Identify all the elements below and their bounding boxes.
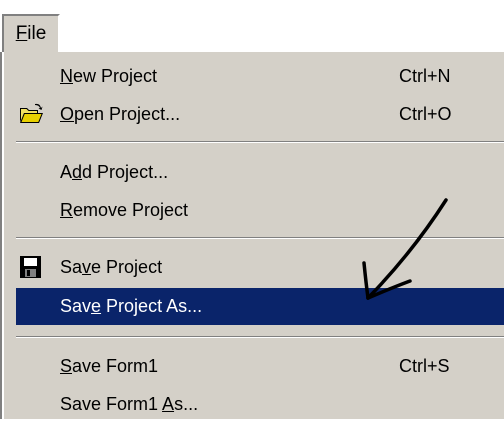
- menu-item-label: Open Project...: [60, 104, 181, 124]
- menu-item-shortcut: Ctrl+S: [399, 356, 450, 376]
- menu-item-save-form1-as[interactable]: Save Form1 As...: [16, 386, 504, 423]
- menu-item-remove-project[interactable]: Remove Project: [16, 192, 504, 229]
- menu-item-label: Save Project: [60, 257, 163, 277]
- file-dropdown: New Project Ctrl+N Open Project... Ctrl+…: [0, 52, 504, 419]
- menu-item-shortcut: Ctrl+O: [399, 104, 452, 124]
- menu-item-label: Add Project...: [60, 162, 169, 182]
- menu-item-label: New Project: [60, 66, 158, 86]
- menu-separator: [16, 336, 504, 338]
- menu-item-save-form1[interactable]: Save Form1 Ctrl+S: [16, 348, 504, 385]
- menu-item-add-project[interactable]: Add Project...: [16, 154, 504, 191]
- menu-separator: [16, 141, 504, 143]
- menu-item-label: Remove Project: [60, 200, 189, 220]
- menu-item-new-project[interactable]: New Project Ctrl+N: [16, 58, 504, 95]
- menu-item-open-project[interactable]: Open Project... Ctrl+O: [16, 96, 504, 133]
- menu-item-label: Save Form1: [60, 356, 159, 376]
- menu-separator: [16, 237, 504, 239]
- menu-bar: File: [0, 0, 504, 57]
- floppy-disk-icon: [20, 256, 41, 278]
- menu-item-label: Save Project As...: [60, 296, 203, 316]
- menu-item-save-project[interactable]: Save Project: [16, 249, 504, 286]
- menu-item-label: Save Form1 As...: [60, 394, 199, 414]
- open-folder-icon: [20, 103, 43, 123]
- menu-item-shortcut: Ctrl+N: [399, 66, 451, 86]
- file-menu-label: File: [15, 23, 47, 44]
- file-menu[interactable]: File: [2, 14, 60, 52]
- menu-item-save-project-as[interactable]: Save Project As...: [16, 288, 504, 325]
